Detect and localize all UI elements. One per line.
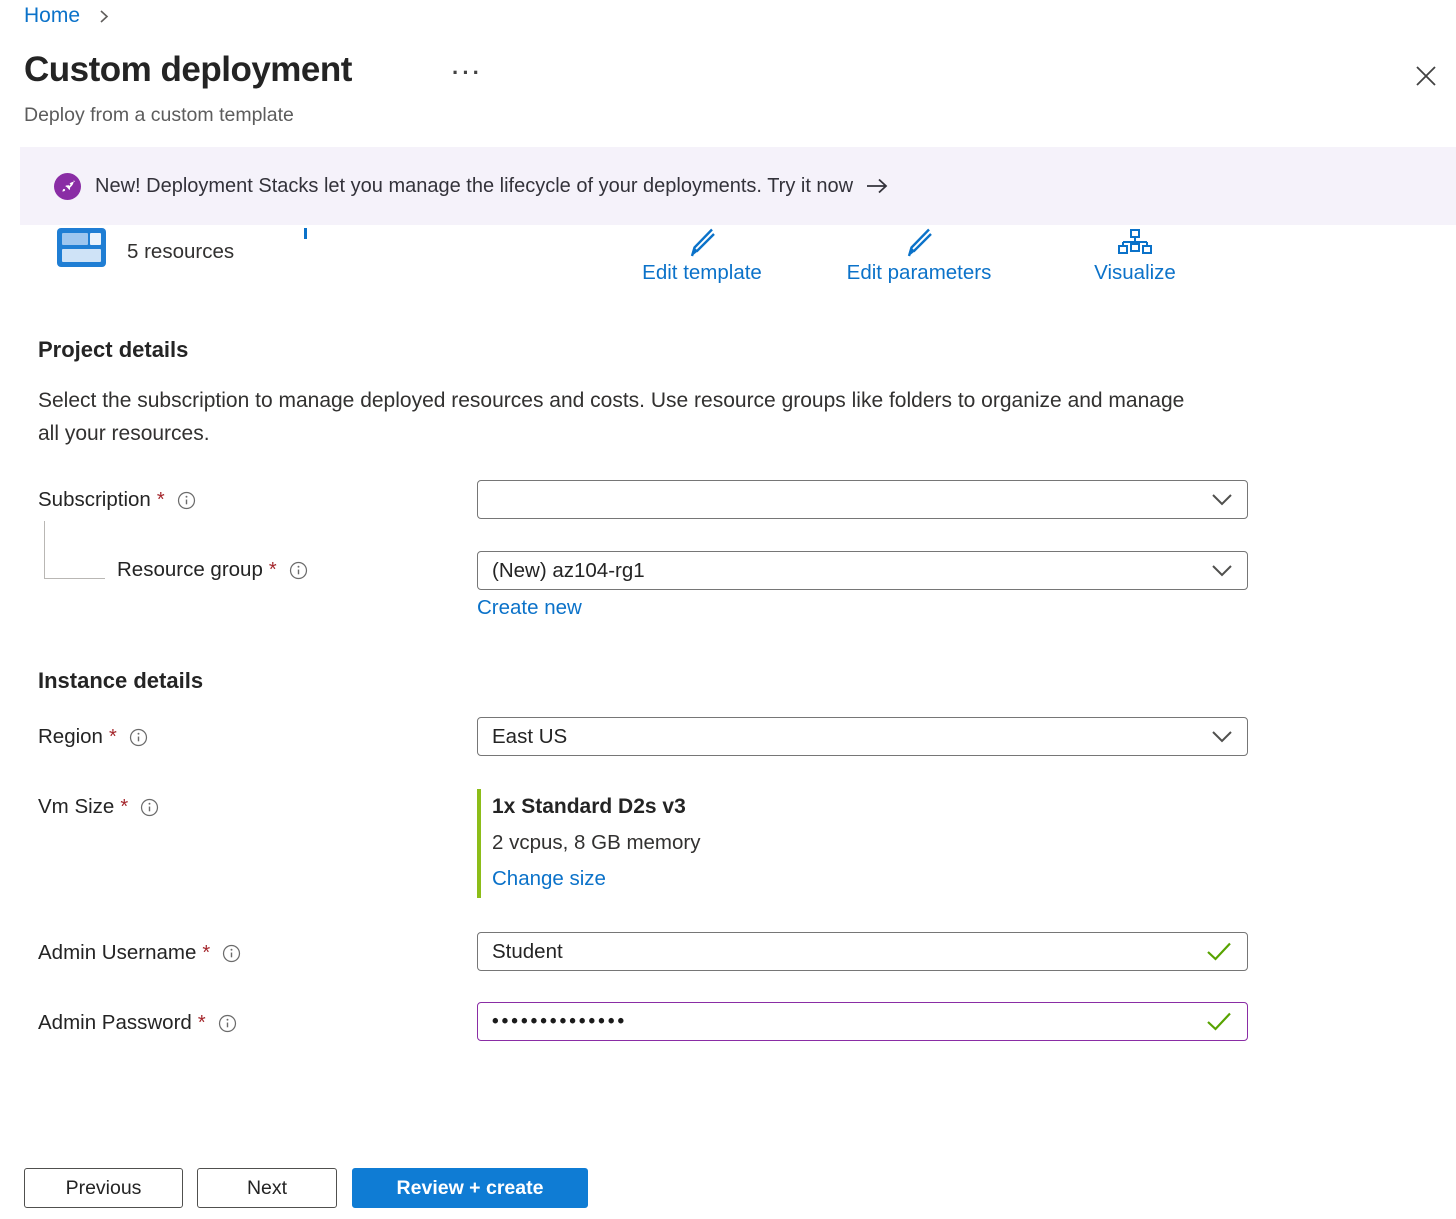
breadcrumb-home-link[interactable]: Home (24, 4, 80, 28)
visualize-label: Visualize (1094, 261, 1176, 285)
close-icon[interactable] (1414, 64, 1438, 88)
region-dropdown[interactable]: East US (477, 717, 1248, 756)
hierarchy-icon (1117, 228, 1153, 259)
edit-template-button[interactable]: Edit template (592, 227, 812, 285)
visualize-button[interactable]: Visualize (1025, 228, 1245, 285)
info-icon[interactable] (222, 944, 241, 963)
resource-group-dropdown[interactable]: (New) az104-rg1 (477, 551, 1248, 590)
admin-username-value: Student (492, 940, 1205, 964)
pencil-icon (900, 227, 938, 259)
banner-text: New! Deployment Stacks let you manage th… (95, 175, 853, 198)
arrow-right-icon (865, 177, 889, 195)
instance-details-heading: Instance details (38, 668, 203, 694)
previous-button[interactable]: Previous (24, 1168, 183, 1208)
admin-username-label-row: Admin Username * (38, 941, 241, 965)
page-subtitle: Deploy from a custom template (24, 104, 294, 127)
subscription-label-row: Subscription * (38, 488, 196, 512)
required-asterisk: * (269, 559, 277, 582)
chevron-down-icon (1211, 493, 1233, 506)
pencil-icon (683, 227, 721, 259)
region-label: Region (38, 725, 103, 749)
chevron-down-icon (1211, 564, 1233, 577)
info-icon[interactable] (289, 561, 308, 580)
page-title: Custom deployment (24, 50, 352, 90)
rocket-icon (54, 173, 81, 200)
create-new-link[interactable]: Create new (477, 596, 582, 620)
required-asterisk: * (202, 942, 210, 965)
required-asterisk: * (109, 726, 117, 749)
admin-username-input[interactable]: Student (477, 932, 1248, 971)
next-button[interactable]: Next (197, 1168, 337, 1208)
subscription-label: Subscription (38, 488, 151, 512)
required-asterisk: * (198, 1012, 206, 1035)
review-create-button[interactable]: Review + create (352, 1168, 588, 1208)
admin-username-label: Admin Username (38, 941, 196, 965)
edit-parameters-button[interactable]: Edit parameters (809, 227, 1029, 285)
chevron-right-icon (98, 9, 111, 24)
hierarchy-connector (44, 578, 105, 579)
project-details-heading: Project details (38, 337, 188, 363)
vm-size-label-row: Vm Size * (38, 795, 159, 819)
info-icon[interactable] (129, 728, 148, 747)
custom-deployment-page: Home Custom deployment ··· Deploy from a… (0, 0, 1456, 1219)
check-icon (1205, 941, 1233, 962)
edit-parameters-label: Edit parameters (847, 261, 992, 285)
more-options-button[interactable]: ··· (452, 60, 483, 86)
required-asterisk: * (120, 796, 128, 819)
breadcrumb: Home (24, 4, 111, 28)
template-icon (57, 228, 106, 267)
edit-template-label: Edit template (642, 261, 762, 285)
resource-group-label-row: Resource group * (117, 558, 308, 582)
deployment-stacks-banner[interactable]: New! Deployment Stacks let you manage th… (20, 147, 1456, 225)
vm-size-label: Vm Size (38, 795, 114, 819)
info-icon[interactable] (218, 1014, 237, 1033)
resource-group-value: (New) az104-rg1 (492, 559, 1211, 583)
change-size-link[interactable]: Change size (492, 867, 606, 891)
admin-password-label: Admin Password (38, 1011, 192, 1035)
check-icon (1205, 1011, 1233, 1032)
admin-password-label-row: Admin Password * (38, 1011, 237, 1035)
region-label-row: Region * (38, 725, 148, 749)
vm-size-accent-bar (477, 789, 481, 898)
vm-size-specs: 2 vcpus, 8 GB memory (492, 831, 700, 855)
vm-size-value: 1x Standard D2s v3 (492, 795, 686, 819)
subscription-dropdown[interactable] (477, 480, 1248, 519)
hierarchy-connector (44, 521, 45, 578)
info-icon[interactable] (177, 491, 196, 510)
info-icon[interactable] (140, 798, 159, 817)
resources-count: 5 resources (127, 240, 234, 264)
required-asterisk: * (157, 489, 165, 512)
region-value: East US (492, 725, 1211, 749)
chevron-down-icon (1211, 730, 1233, 743)
admin-password-value: •••••••••••••• (492, 1011, 1205, 1033)
admin-password-input[interactable]: •••••••••••••• (477, 1002, 1248, 1041)
text-cursor (304, 228, 307, 239)
resource-group-label: Resource group (117, 558, 263, 582)
project-details-description: Select the subscription to manage deploy… (38, 384, 1188, 450)
